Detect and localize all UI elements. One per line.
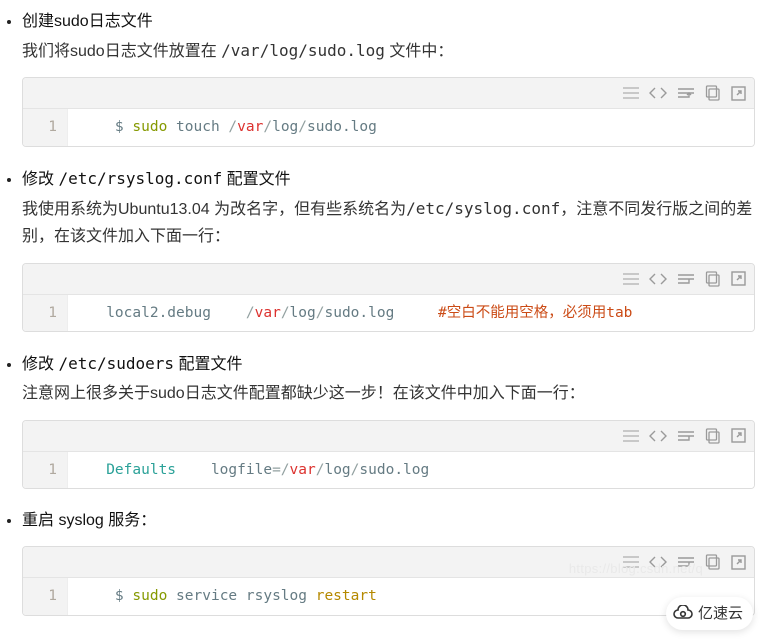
- brand-watermark: 亿速云: [666, 597, 753, 631]
- expand-icon[interactable]: [731, 428, 746, 443]
- code-toolbar: [23, 421, 754, 452]
- path-text: /etc/rsyslog.conf: [58, 169, 222, 188]
- code-block: 1 $ sudo service rsyslog restart: [22, 546, 755, 616]
- expand-icon[interactable]: [731, 555, 746, 570]
- list-icon[interactable]: [623, 273, 639, 285]
- wrap-icon[interactable]: [677, 86, 695, 100]
- article-list: 创建sudo日志文件 我们将sudo日志文件放置在 /var/log/sudo.…: [0, 8, 755, 616]
- code-line: Defaults logfile=/var/log/sudo.log: [68, 452, 441, 489]
- code-icon[interactable]: [649, 429, 667, 443]
- expand-icon[interactable]: [731, 86, 746, 101]
- copy-icon[interactable]: [705, 428, 721, 444]
- code-block: 1 $ sudo touch /var/log/sudo.log: [22, 77, 755, 147]
- brand-text: 亿速云: [698, 601, 743, 627]
- code-line: local2.debug /var/log/sudo.log #空白不能用空格，…: [68, 295, 644, 332]
- source-url-watermark: https://blog.csdn.net/q: [569, 558, 703, 580]
- section-title: 修改 /etc/rsyslog.conf 配置文件: [22, 165, 755, 193]
- code-block: 1 Defaults logfile=/var/log/sudo.log: [22, 420, 755, 490]
- expand-icon[interactable]: [731, 271, 746, 286]
- section-body: 我们将sudo日志文件放置在 /var/log/sudo.log 文件中：: [22, 37, 755, 65]
- code-block: 1 local2.debug /var/log/sudo.log #空白不能用空…: [22, 263, 755, 333]
- path-text: /etc/sudoers: [58, 354, 174, 373]
- code-body: 1 Defaults logfile=/var/log/sudo.log: [23, 452, 754, 489]
- path-text: /etc/syslog.conf: [406, 199, 560, 218]
- section-create-log: 创建sudo日志文件 我们将sudo日志文件放置在 /var/log/sudo.…: [22, 8, 755, 147]
- section-title: 修改 /etc/sudoers 配置文件: [22, 350, 755, 378]
- wrap-icon[interactable]: [677, 272, 695, 286]
- line-number: 1: [23, 578, 68, 615]
- line-number: 1: [23, 109, 68, 146]
- section-sudoers: 修改 /etc/sudoers 配置文件 注意网上很多关于sudo日志文件配置都…: [22, 350, 755, 489]
- code-body: 1 $ sudo service rsyslog restart: [23, 578, 754, 615]
- code-toolbar: [23, 78, 754, 109]
- code-toolbar: [23, 264, 754, 295]
- copy-icon[interactable]: [705, 85, 721, 101]
- section-rsyslog: 修改 /etc/rsyslog.conf 配置文件 我使用系统为Ubuntu13…: [22, 165, 755, 332]
- code-line: $ sudo service rsyslog restart: [68, 578, 389, 615]
- list-icon[interactable]: [623, 430, 639, 442]
- section-body: 我使用系统为Ubuntu13.04 为改名字，但有些系统名为/etc/syslo…: [22, 195, 755, 250]
- code-body: 1 local2.debug /var/log/sudo.log #空白不能用空…: [23, 295, 754, 332]
- line-number: 1: [23, 295, 68, 332]
- line-number: 1: [23, 452, 68, 489]
- code-icon[interactable]: [649, 272, 667, 286]
- wrap-icon[interactable]: [677, 429, 695, 443]
- copy-icon[interactable]: [705, 554, 721, 570]
- code-line: $ sudo touch /var/log/sudo.log: [68, 109, 389, 146]
- copy-icon[interactable]: [705, 271, 721, 287]
- section-title: 创建sudo日志文件: [22, 8, 755, 35]
- list-icon[interactable]: [623, 87, 639, 99]
- cloud-icon: [672, 605, 694, 621]
- code-body: 1 $ sudo touch /var/log/sudo.log: [23, 109, 754, 146]
- path-text: /var/log/sudo.log: [221, 41, 385, 60]
- code-icon[interactable]: [649, 86, 667, 100]
- section-body: 注意网上很多关于sudo日志文件配置都缺少这一步！在该文件中加入下面一行：: [22, 380, 755, 407]
- section-title: 重启 syslog 服务：: [22, 507, 755, 534]
